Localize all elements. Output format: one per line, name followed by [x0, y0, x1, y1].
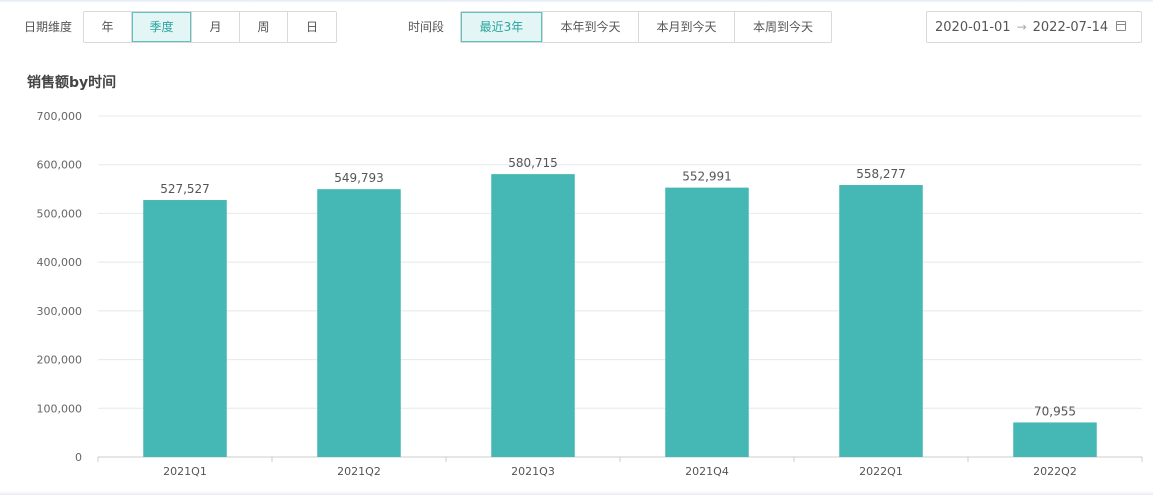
x-tick-label: 2022Q2: [1033, 465, 1077, 478]
y-tick-label: 600,000: [37, 159, 83, 172]
y-tick-label: 400,000: [37, 256, 83, 269]
data-label: 70,955: [1034, 404, 1076, 418]
data-label: 580,715: [508, 156, 558, 170]
data-label: 552,991: [682, 170, 732, 184]
x-tick-label: 2022Q1: [859, 465, 903, 478]
y-tick-label: 700,000: [37, 110, 83, 123]
bar: [491, 174, 575, 458]
bar: [143, 200, 227, 458]
data-label: 527,527: [160, 182, 210, 196]
x-tick-label: 2021Q1: [163, 465, 207, 478]
y-tick-label: 500,000: [37, 207, 83, 220]
x-tick-label: 2021Q4: [685, 465, 729, 478]
y-tick-label: 0: [75, 451, 82, 464]
x-tick-label: 2021Q2: [337, 465, 381, 478]
bar-chart: 0 100,000 200,000 300,000 400,000 500,000 600,…: [37, 110, 1143, 478]
y-tick-label: 100,000: [37, 402, 83, 415]
bar: [317, 189, 401, 457]
y-tick-label: 300,000: [37, 305, 83, 318]
bar: [839, 185, 923, 457]
data-label: 549,793: [334, 171, 384, 185]
x-tick-label: 2021Q3: [511, 465, 555, 478]
bottom-border: [0, 491, 1153, 495]
y-tick-label: 200,000: [37, 354, 83, 367]
bar: [665, 187, 749, 457]
data-label: 558,277: [856, 167, 906, 181]
bar: [1013, 422, 1097, 457]
